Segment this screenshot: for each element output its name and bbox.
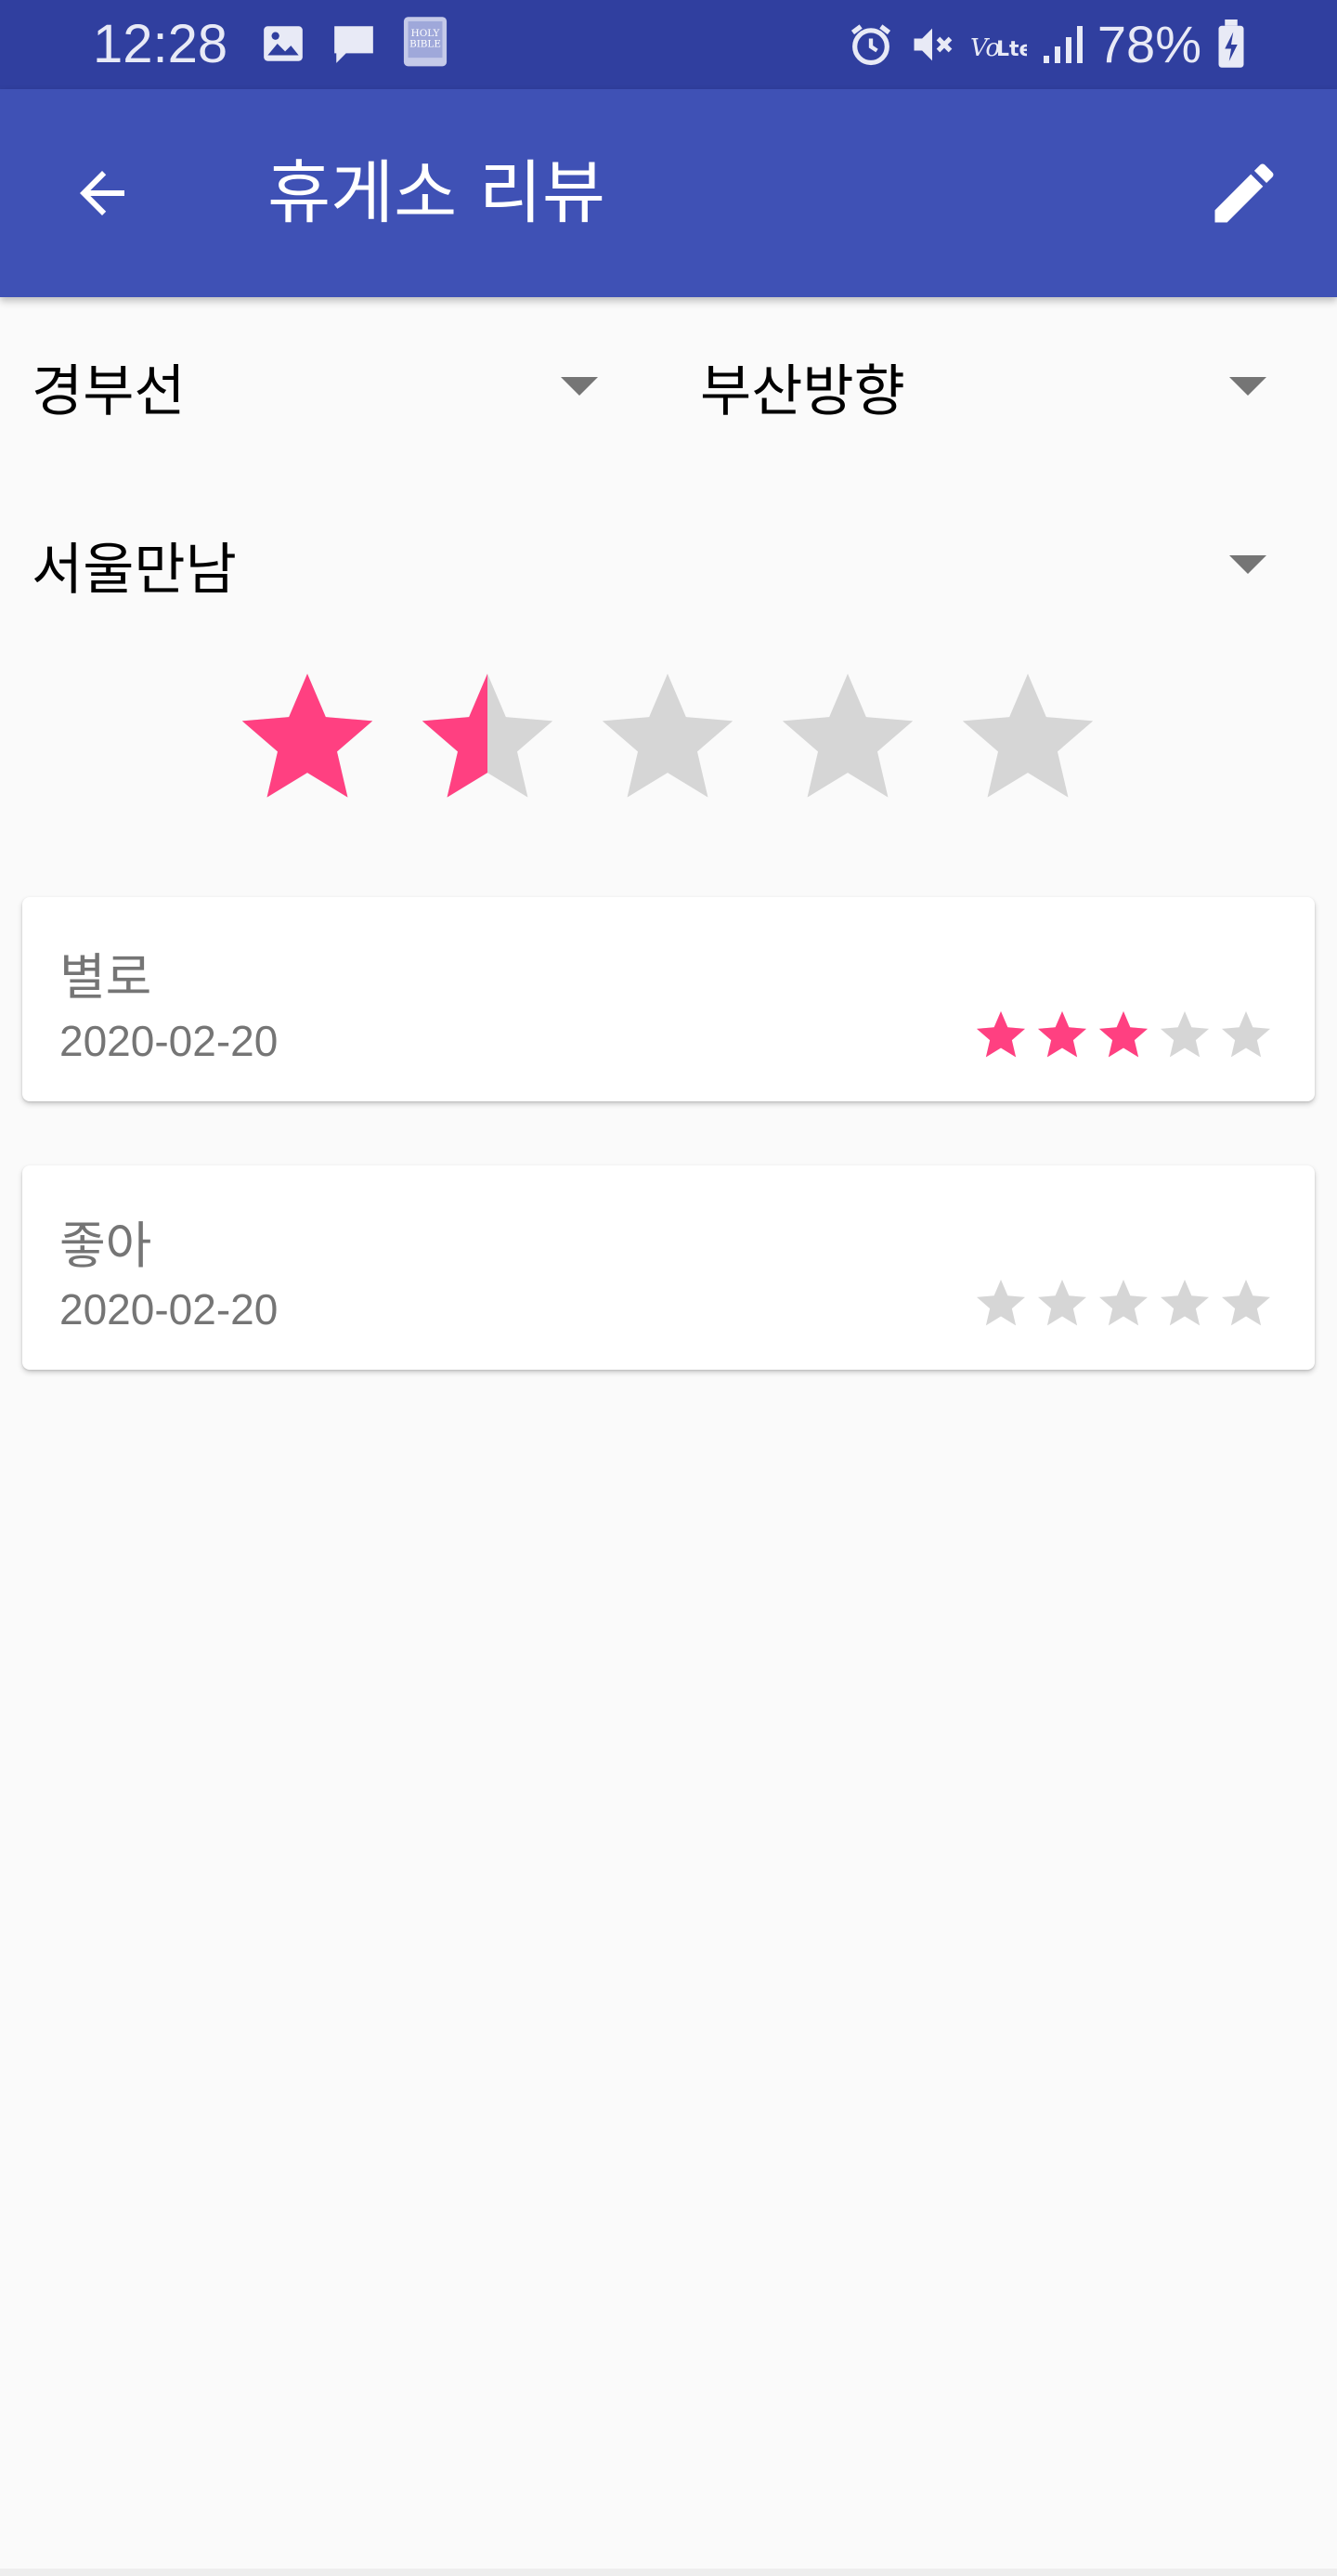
review-card[interactable]: 별로 2020-02-20 (22, 897, 1315, 1101)
pencil-edit-icon (1214, 163, 1274, 223)
review-title: 별로 (59, 948, 152, 1007)
back-button[interactable] (56, 147, 149, 240)
rating-star-5-icon[interactable] (953, 661, 1103, 812)
review-star-icon (1099, 1280, 1148, 1326)
signal-icon (1043, 26, 1083, 63)
rating-star-2-icon[interactable] (412, 661, 563, 812)
route-spinner-value: 경부선 (32, 358, 186, 424)
review-rating-stars (973, 1275, 1274, 1331)
svg-text:HOLY: HOLY (411, 28, 440, 39)
dropdown-arrow-icon (561, 377, 598, 396)
route-spinner[interactable]: 경부선 (32, 331, 598, 442)
overall-rating-bar[interactable] (232, 661, 1103, 812)
holy-bible-app-icon: HOLYBIBLE (403, 17, 448, 67)
direction-spinner-value: 부산방향 (700, 358, 905, 424)
battery-percent: 78% (1097, 15, 1201, 73)
review-star-icon (1099, 1011, 1148, 1058)
review-star-icon (1222, 1280, 1270, 1326)
review-date: 2020-02-20 (59, 1285, 279, 1334)
rating-star-1-icon[interactable] (232, 661, 383, 812)
page-title: 휴게소 리뷰 (267, 153, 605, 233)
app-bar: 휴게소 리뷰 (0, 89, 1337, 297)
mute-icon (914, 28, 953, 61)
review-star-icon (1161, 1011, 1209, 1058)
review-star-icon (1161, 1280, 1209, 1326)
arrow-back-icon (80, 171, 124, 215)
rest-area-spinner[interactable]: 서울만남 (32, 509, 1266, 620)
volte-icon: VoLte (970, 34, 1027, 62)
svg-text:Lte: Lte (996, 38, 1027, 61)
dropdown-arrow-icon (1229, 555, 1266, 574)
alarm-icon (850, 24, 890, 66)
svg-text:BIBLE: BIBLE (409, 39, 441, 50)
status-right-icons: VoLte 78% (847, 17, 1248, 72)
review-star-icon (977, 1011, 1025, 1058)
image-icon (264, 26, 303, 61)
review-star-icon (1222, 1011, 1270, 1058)
write-review-button[interactable] (1198, 147, 1291, 240)
dropdown-arrow-icon (1229, 377, 1266, 396)
rating-star-4-icon[interactable] (772, 661, 923, 812)
review-star-icon (1038, 1011, 1086, 1058)
bottom-divider (0, 2569, 1337, 2576)
direction-spinner[interactable]: 부산방향 (700, 331, 1266, 442)
status-time: 12:28 (93, 14, 228, 74)
message-icon (334, 26, 373, 63)
review-title: 좋아 (59, 1216, 152, 1275)
review-star-icon (1038, 1280, 1086, 1326)
status-bar: 12:28 HOLYBIBLE VoLte 78% (0, 0, 1337, 89)
review-rating-stars (973, 1007, 1274, 1062)
review-card[interactable]: 좋아 2020-02-20 (22, 1165, 1315, 1370)
battery-charging-icon (1218, 20, 1244, 68)
review-date: 2020-02-20 (59, 1017, 279, 1065)
review-star-icon (977, 1280, 1025, 1326)
rating-star-3-icon[interactable] (592, 661, 743, 812)
rest-area-spinner-value: 서울만남 (32, 537, 237, 603)
